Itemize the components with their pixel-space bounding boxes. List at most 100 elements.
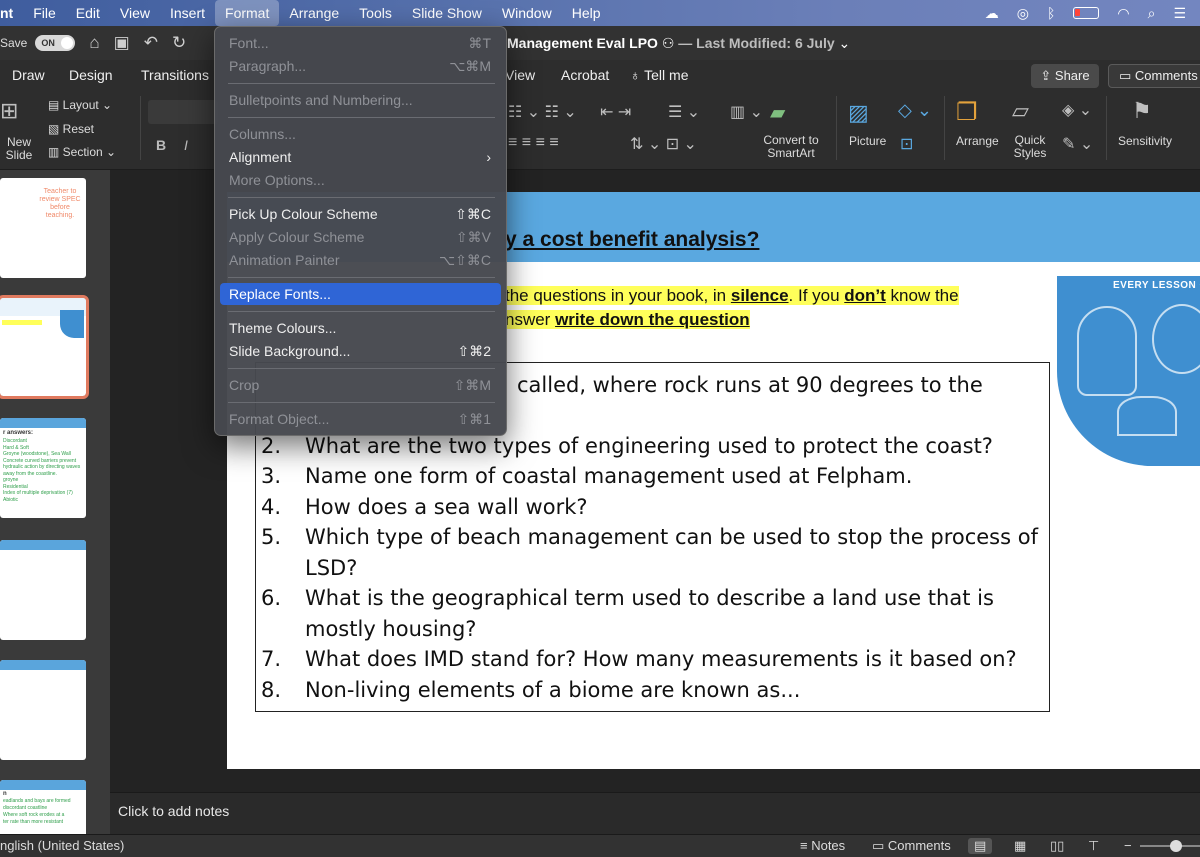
reading-view-icon[interactable]: ▯▯: [1050, 838, 1064, 854]
menu-tools[interactable]: Tools: [349, 0, 402, 26]
menu-help[interactable]: Help: [562, 0, 611, 26]
menu-arrange[interactable]: Arrange: [279, 0, 349, 26]
italic-button[interactable]: I: [184, 137, 188, 153]
menu-item-apply-colour-scheme[interactable]: Apply Colour Scheme ⇧⌘V: [220, 226, 501, 248]
notes-placeholder[interactable]: Click to add notes: [118, 803, 229, 819]
slide-thumbnail[interactable]: [0, 540, 86, 640]
menu-item-font[interactable]: Font... ⌘T: [220, 32, 501, 54]
menu-app-name[interactable]: nt: [0, 0, 23, 26]
slide-thumbnail[interactable]: r answers: Discordant Hard & Soft Groyne…: [0, 418, 86, 518]
sensitivity-icon[interactable]: ⚑: [1132, 98, 1152, 124]
last-modified: — Last Modified: 6 July: [678, 35, 835, 51]
shapes-icon[interactable]: ◇ ⌄: [898, 100, 932, 121]
instruction-text: . If you: [788, 286, 845, 305]
slide-thumbnail[interactable]: n eadlands and bays are formed discordan…: [0, 780, 86, 834]
layout-button[interactable]: ▤ Layout ⌄: [48, 98, 112, 112]
new-slide-icon[interactable]: ⊞: [0, 98, 18, 124]
menu-format[interactable]: Format: [215, 0, 280, 26]
thumbnail-heading: r answers:: [3, 430, 34, 436]
zoom-out-icon[interactable]: −: [1124, 838, 1132, 853]
arrange-icon[interactable]: ❐: [956, 98, 978, 127]
slide-show-icon[interactable]: ⊤: [1088, 838, 1099, 854]
creative-cloud-icon[interactable]: ☁: [985, 0, 999, 26]
menu-item-slide-background[interactable]: Slide Background... ⇧⌘2: [220, 340, 501, 362]
menu-item-format-object[interactable]: Format Object... ⇧⌘1: [220, 408, 501, 430]
align-left-icon[interactable]: ≡ ≡ ≡ ≡: [508, 134, 559, 152]
tab-draw[interactable]: Draw: [12, 60, 45, 90]
home-icon[interactable]: ⌂: [89, 33, 99, 53]
redo-icon[interactable]: ↻: [172, 33, 186, 53]
new-slide-button[interactable]: New Slide: [4, 136, 34, 162]
tab-acrobat[interactable]: Acrobat: [561, 60, 609, 90]
autosave-toggle[interactable]: ON: [35, 35, 76, 51]
menu-item-animation-painter[interactable]: Animation Painter ⌥⇧⌘C: [220, 249, 501, 271]
question-text: Name one form of coastal management used…: [305, 464, 913, 488]
slide-instruction[interactable]: the questions in your book, in silence. …: [505, 284, 959, 332]
wifi-icon[interactable]: ◠: [1117, 0, 1129, 26]
quick-styles-icon[interactable]: ▱: [1012, 98, 1029, 124]
save-icon[interactable]: ▣: [114, 33, 130, 53]
bluetooth-icon[interactable]: ᛒ: [1047, 0, 1055, 26]
menu-item-crop[interactable]: Crop ⇧⌘M: [220, 374, 501, 396]
document-title[interactable]: Management Eval LPO ⚇ — Last Modified: 6…: [507, 26, 850, 60]
menu-item-label: More Options...: [229, 172, 325, 188]
picture-button[interactable]: Picture: [849, 134, 886, 148]
menu-item-more-options[interactable]: More Options...: [220, 169, 501, 191]
notes-pane[interactable]: Click to add notes: [110, 792, 1200, 834]
menu-item-replace-fonts[interactable]: Replace Fonts...: [220, 283, 501, 305]
menu-window[interactable]: Window: [492, 0, 562, 26]
menu-view[interactable]: View: [110, 0, 160, 26]
zoom-slider-handle[interactable]: [1170, 840, 1182, 852]
tab-view[interactable]: View: [505, 60, 535, 90]
menu-item-pick-up-colour-scheme[interactable]: Pick Up Colour Scheme ⇧⌘C: [220, 203, 501, 225]
slide-thumbnail-selected[interactable]: [0, 295, 89, 399]
picture-icon[interactable]: ▨: [848, 100, 869, 126]
slide-sorter-icon[interactable]: ▦: [1014, 838, 1026, 854]
question-item: 5. Which type of beach management can be …: [261, 522, 1041, 583]
section-button[interactable]: ▥ Section ⌄: [48, 145, 116, 159]
line-spacing-icon[interactable]: ☰ ⌄: [668, 102, 700, 122]
quick-styles-button[interactable]: Quick Styles: [1010, 134, 1050, 160]
font-name-box[interactable]: [148, 100, 218, 124]
undo-icon[interactable]: ↶: [144, 33, 158, 53]
smartart-icon[interactable]: ▰: [770, 100, 785, 125]
arrange-button[interactable]: Arrange: [956, 134, 999, 148]
menu-insert[interactable]: Insert: [160, 0, 215, 26]
spotlight-search-icon[interactable]: ⌕: [1148, 0, 1156, 26]
fill-color-icon[interactable]: ◈ ⌄: [1062, 100, 1092, 120]
bold-button[interactable]: B: [156, 137, 166, 153]
tab-tell-me[interactable]: ♁ Tell me: [630, 60, 689, 90]
battery-icon[interactable]: [1073, 7, 1100, 19]
focus-icon[interactable]: ◎: [1017, 0, 1029, 26]
tab-design[interactable]: Design: [69, 60, 113, 90]
control-center-icon[interactable]: ☰: [1173, 0, 1186, 26]
menu-item-columns[interactable]: Columns...: [220, 123, 501, 145]
menu-file[interactable]: File: [23, 0, 66, 26]
outline-color-icon[interactable]: ✎ ⌄: [1062, 134, 1093, 154]
menu-item-bulletpoints[interactable]: Bulletpoints and Numbering...: [220, 89, 501, 111]
menu-slide-show[interactable]: Slide Show: [402, 0, 492, 26]
textbox-icon[interactable]: ⊡: [900, 134, 913, 154]
convert-smartart-button[interactable]: Convert to SmartArt: [760, 134, 822, 160]
sensitivity-button[interactable]: Sensitivity: [1118, 134, 1172, 148]
menu-item-alignment[interactable]: Alignment ›: [220, 146, 501, 168]
text-direction-icon[interactable]: ⇅ ⌄ ⊡ ⌄: [630, 134, 697, 154]
menu-separator: [228, 402, 495, 403]
comments-toggle[interactable]: ▭ Comments: [872, 838, 951, 854]
tab-transitions[interactable]: Transitions: [141, 60, 209, 90]
share-button[interactable]: ⇪ Share: [1031, 64, 1099, 88]
slide-thumbnail[interactable]: [0, 660, 86, 760]
normal-view-icon[interactable]: ▤: [968, 838, 993, 854]
notes-toggle[interactable]: ≡ Notes: [800, 838, 845, 853]
reset-button[interactable]: ▧ Reset: [48, 122, 94, 136]
comments-button[interactable]: ▭ Comments: [1108, 64, 1200, 88]
slide-title[interactable]: y a cost benefit analysis?: [505, 228, 759, 252]
bullets-icon[interactable]: ☷ ⌄ ☷ ⌄: [508, 102, 577, 122]
language-indicator[interactable]: nglish (United States): [0, 838, 124, 853]
slide-thumbnail[interactable]: Teacher to review SPEC before teaching.: [0, 178, 86, 278]
menu-edit[interactable]: Edit: [66, 0, 110, 26]
menu-item-paragraph[interactable]: Paragraph... ⌥⌘M: [220, 55, 501, 77]
menu-item-theme-colours[interactable]: Theme Colours...: [220, 317, 501, 339]
indent-icon[interactable]: ⇤ ⇥: [600, 102, 631, 122]
columns-icon[interactable]: ▥ ⌄: [730, 102, 763, 122]
